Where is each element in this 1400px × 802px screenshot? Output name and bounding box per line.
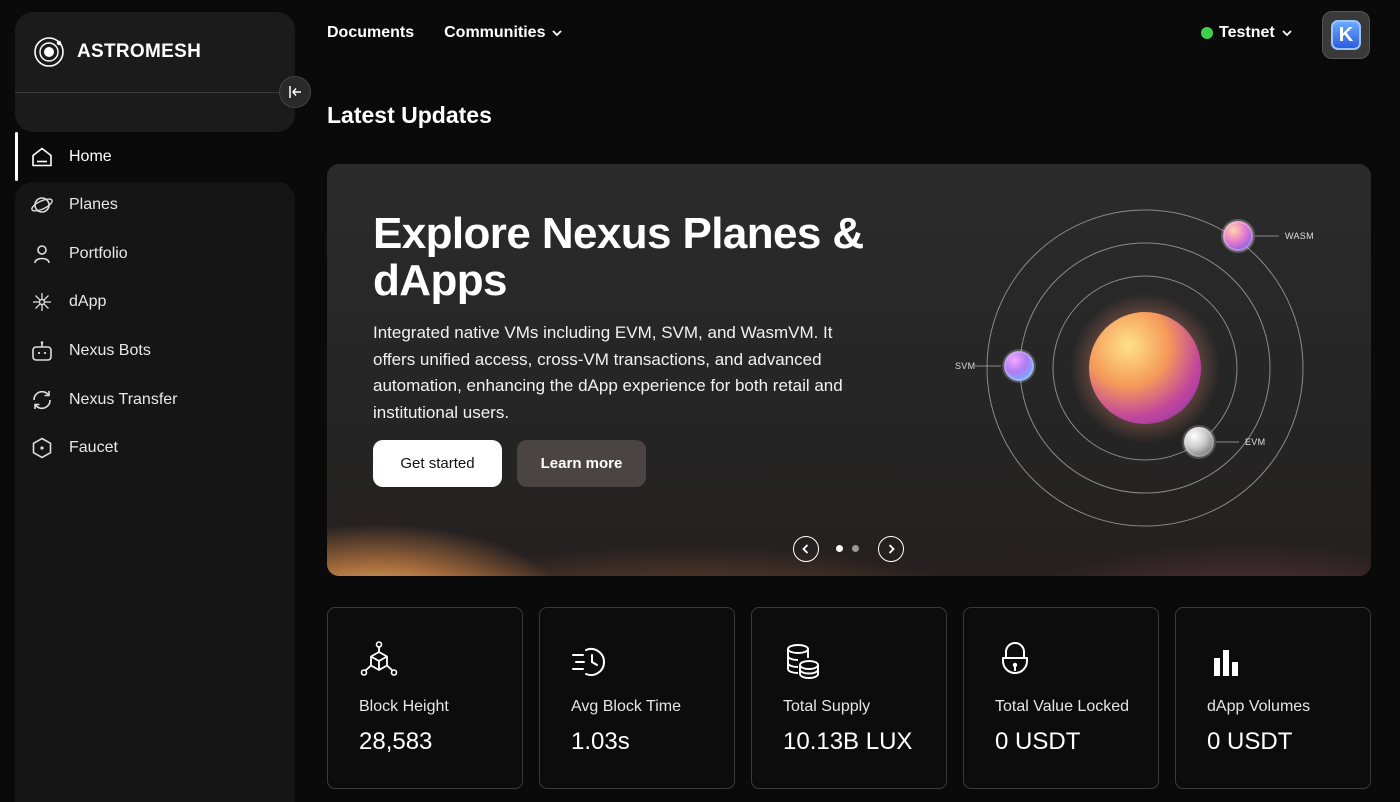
sidebar-item-label: Home xyxy=(69,148,112,165)
stat-label: Block Height xyxy=(359,698,449,715)
updates-banner: WASM SVM EVM Explore Nexus Planes & dApp… xyxy=(327,164,1371,576)
blocks-icon xyxy=(360,641,398,676)
sidebar-divider xyxy=(15,92,280,93)
evm-label: EVM xyxy=(1245,437,1266,447)
planet-icon xyxy=(31,197,53,213)
active-indicator xyxy=(15,132,18,181)
stat-card-total-supply: Total Supply 10.13B LUX xyxy=(751,607,947,789)
lock-icon xyxy=(1002,642,1028,674)
orbit-illustration xyxy=(975,209,1304,527)
carousel-prev-button[interactable] xyxy=(793,536,819,562)
banner-description: Integrated native VMs including EVM, SVM… xyxy=(373,323,843,422)
banner-title: Explore Nexus Planes & dApps xyxy=(373,209,864,305)
page-title: Latest Updates xyxy=(327,102,492,128)
wasm-label: WASM xyxy=(1285,231,1314,241)
brand[interactable]: ASTROMESH xyxy=(33,36,201,68)
network-status-dot xyxy=(1201,27,1213,39)
top-nav: Documents Communities xyxy=(327,24,563,42)
sidebar-item-label: Planes xyxy=(69,196,118,213)
wallet-avatar-button[interactable]: K xyxy=(1322,11,1370,59)
chevron-left-icon xyxy=(802,544,809,554)
get-started-button[interactable]: Get started xyxy=(373,440,502,487)
sidebar-item-home[interactable]: Home xyxy=(15,132,295,182)
documents-link[interactable]: Documents xyxy=(327,24,414,42)
sidebar-item-portfolio[interactable]: Portfolio xyxy=(15,230,295,278)
astromesh-logo-icon xyxy=(34,37,64,67)
carousel-dot[interactable] xyxy=(852,545,859,552)
sidebar-item-label: Nexus Transfer xyxy=(69,391,178,408)
sidebar-item-nexus-transfer[interactable]: Nexus Transfer xyxy=(15,376,295,424)
network-icon xyxy=(33,293,51,311)
stat-value: 28,583 xyxy=(359,728,433,755)
sidebar-item-faucet[interactable]: Faucet xyxy=(15,424,295,472)
learn-more-button[interactable]: Learn more xyxy=(517,440,646,487)
stat-value: 1.03s xyxy=(571,728,630,755)
hexagon-icon xyxy=(32,437,52,459)
carousel-dot-active[interactable] xyxy=(836,545,843,552)
carousel-next-button[interactable] xyxy=(878,536,904,562)
stat-value: 0 USDT xyxy=(995,728,1081,755)
collapse-left-icon xyxy=(289,86,301,98)
sidebar-item-nexus-bots[interactable]: Nexus Bots xyxy=(15,327,295,375)
sidebar-item-label: Faucet xyxy=(69,439,118,456)
svm-label: SVM xyxy=(955,361,976,371)
sidebar-item-planes[interactable]: Planes xyxy=(15,181,295,229)
sidebar-item-label: dApp xyxy=(69,293,107,310)
stat-card-total-value-locked: Total Value Locked 0 USDT xyxy=(963,607,1159,789)
bar-chart-icon xyxy=(1214,650,1238,676)
bot-icon xyxy=(32,341,52,361)
sidebar-item-label: Nexus Bots xyxy=(69,342,151,359)
collapse-sidebar-button[interactable] xyxy=(279,76,311,108)
home-icon xyxy=(32,147,52,167)
stat-label: Total Value Locked xyxy=(995,698,1130,715)
stat-label: Avg Block Time xyxy=(571,698,681,715)
user-icon xyxy=(34,245,50,264)
sidebar-header: ASTROMESH xyxy=(15,12,295,132)
sidebar-item-label: Portfolio xyxy=(69,245,128,262)
stat-card-avg-block-time: Avg Block Time 1.03s xyxy=(539,607,735,789)
stat-value: 10.13B LUX xyxy=(783,728,913,755)
chevron-right-icon xyxy=(888,544,895,554)
network-selector[interactable]: Testnet xyxy=(1201,24,1293,42)
brand-name: ASTROMESH xyxy=(77,41,202,62)
stat-label: dApp Volumes xyxy=(1207,698,1311,715)
clock-history-icon xyxy=(572,648,605,676)
coins-icon xyxy=(787,644,819,679)
stat-card-block-height: Block Height 28,583 xyxy=(327,607,523,789)
stat-card-dapp-volumes: dApp Volumes 0 USDT xyxy=(1175,607,1371,789)
avatar: K xyxy=(1331,20,1361,50)
communities-label: Communities xyxy=(444,24,546,41)
chevron-down-icon xyxy=(1282,30,1292,37)
chevron-down-icon xyxy=(552,30,563,37)
network-label: Testnet xyxy=(1219,24,1275,41)
refresh-icon xyxy=(33,390,51,410)
stat-label: Total Supply xyxy=(783,698,871,715)
stat-value: 0 USDT xyxy=(1207,728,1293,755)
communities-dropdown[interactable]: Communities xyxy=(444,24,563,42)
sidebar-item-dapp[interactable]: dApp xyxy=(15,278,295,326)
